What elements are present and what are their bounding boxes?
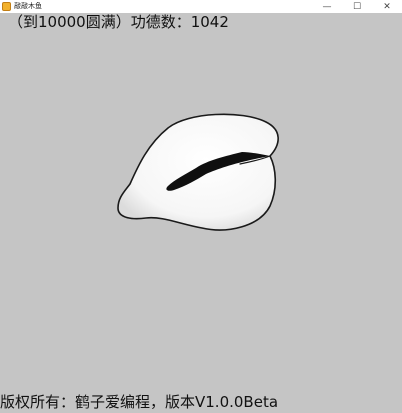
merit-counter: （到10000圆满）功德数：1042	[8, 13, 229, 31]
maximize-button[interactable]: ☐	[342, 0, 372, 13]
copyright-footer: 版权所有：鹤子爱编程，版本V1.0.0Beta	[0, 393, 279, 411]
wooden-fish-button[interactable]	[110, 108, 288, 236]
close-button[interactable]: ✕	[372, 0, 402, 13]
window-controls: — ☐ ✕	[312, 0, 402, 13]
app-icon	[2, 2, 11, 11]
wooden-fish-icon	[117, 113, 279, 231]
minimize-button[interactable]: —	[312, 0, 342, 13]
app-window: 敲敲木鱼 — ☐ ✕ （到10000圆满）功德数：1042 版权所有：鹤子爱编程…	[0, 0, 402, 413]
